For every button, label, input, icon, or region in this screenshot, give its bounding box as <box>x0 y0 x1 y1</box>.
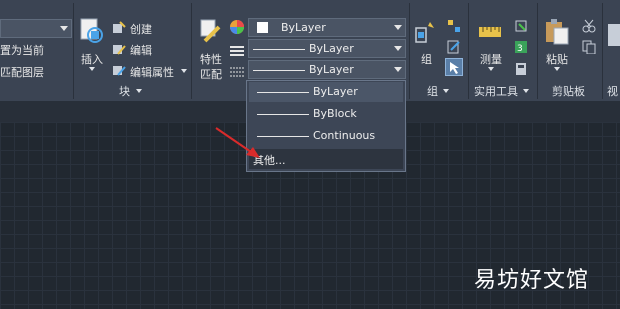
watermark-text: 易坊好文馆 <box>474 268 590 293</box>
group-edit-icon[interactable] <box>447 39 461 54</box>
svg-text:3: 3 <box>517 44 523 54</box>
view-panel-label[interactable]: 视 <box>607 83 618 99</box>
insert-chevron-icon[interactable] <box>89 67 95 71</box>
cut-icon[interactable] <box>582 18 596 33</box>
quick-select-icon[interactable] <box>514 18 528 32</box>
copy-icon[interactable] <box>582 39 596 55</box>
color-value: ByLayer <box>281 21 326 34</box>
linetype-option-byblock[interactable]: ByBlock <box>249 104 403 124</box>
color-swatch <box>257 22 268 33</box>
color-wheel-icon[interactable] <box>229 19 245 35</box>
utilities-panel-chevron-icon[interactable] <box>523 89 529 93</box>
match-layer-label[interactable]: 匹配图层 <box>0 64 44 80</box>
block-panel-chevron-icon[interactable] <box>136 89 142 93</box>
measure-chevron-icon[interactable] <box>488 67 494 71</box>
measure-label[interactable]: 测量 <box>480 51 502 67</box>
lineweight-combo[interactable]: ByLayer <box>248 39 406 58</box>
insert-icon[interactable] <box>78 17 106 45</box>
color-combo[interactable]: ByLayer <box>248 18 406 37</box>
annotation-arrow-icon <box>215 127 260 158</box>
insert-label[interactable]: 插入 <box>81 51 103 67</box>
paste-icon[interactable] <box>544 18 570 46</box>
clipboard-panel-label[interactable]: 剪贴板 <box>552 83 585 99</box>
linetype-sample <box>257 92 309 93</box>
create-block-label[interactable]: 创建 <box>130 21 152 37</box>
lineweight-value: ByLayer <box>309 42 354 55</box>
lineweight-chevron-down-icon <box>394 46 402 51</box>
linetype-option-continuous[interactable]: Continuous <box>249 126 403 146</box>
linetype-option-label: ByLayer <box>313 85 358 98</box>
linetype-dropdown: ByLayer ByBlock Continuous 其他... <box>246 80 406 172</box>
linetype-option-bylayer[interactable]: ByLayer <box>249 82 403 102</box>
linetype-other-option[interactable]: 其他... <box>249 149 403 169</box>
paste-label[interactable]: 粘贴 <box>546 51 568 67</box>
linetype-sample <box>257 114 309 115</box>
match-properties-icon[interactable] <box>199 19 223 45</box>
linetype-icon[interactable] <box>230 63 244 77</box>
measure-icon[interactable] <box>478 22 502 42</box>
utilities-panel-label[interactable]: 实用工具 <box>474 83 518 99</box>
block-panel-label[interactable]: 块 <box>119 83 130 99</box>
paste-chevron-icon[interactable] <box>554 67 560 71</box>
linetype-option-label: ByBlock <box>313 107 357 120</box>
edit-block-icon[interactable] <box>112 41 126 55</box>
edit-block-label[interactable]: 编辑 <box>130 42 152 58</box>
create-block-icon[interactable] <box>112 20 126 34</box>
group-label[interactable]: 组 <box>421 51 432 67</box>
edit-attributes-label[interactable]: 编辑属性 <box>130 64 174 80</box>
linetype-option-label: Continuous <box>313 129 376 142</box>
groups-panel-label[interactable]: 组 <box>427 83 438 99</box>
linetype-combo[interactable]: ByLayer <box>248 60 406 79</box>
color-chevron-down-icon <box>394 25 402 30</box>
edit-attributes-chevron-icon[interactable] <box>181 69 187 73</box>
group-icon[interactable] <box>414 20 440 46</box>
groups-panel-chevron-icon[interactable] <box>443 89 449 93</box>
linetype-value: ByLayer <box>309 63 354 76</box>
linetype-chevron-down-icon <box>394 67 402 72</box>
edit-attributes-icon[interactable] <box>112 62 126 76</box>
set-current-label[interactable]: 置为当前 <box>0 42 44 58</box>
group-select-icon[interactable] <box>445 58 463 76</box>
count-icon[interactable]: 3 <box>514 39 528 54</box>
calculator-icon[interactable] <box>514 61 528 75</box>
match-properties-label-line1[interactable]: 特性 <box>200 51 222 67</box>
match-properties-label-line2[interactable]: 匹配 <box>200 66 222 82</box>
lineweight-icon[interactable] <box>230 42 244 56</box>
ungroup-icon[interactable] <box>447 18 461 32</box>
view-icon[interactable] <box>608 24 620 46</box>
layer-combo[interactable] <box>0 19 72 38</box>
